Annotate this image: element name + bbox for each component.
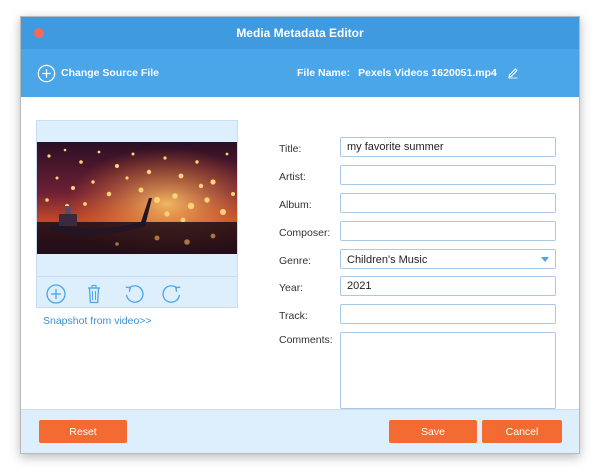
composer-input[interactable]	[340, 221, 556, 241]
file-name-label: File Name:	[297, 67, 351, 79]
change-source-file-label: Change Source File	[61, 67, 160, 79]
genre-label: Genre:	[279, 255, 312, 267]
window-title: Media Metadata Editor	[236, 26, 364, 40]
composer-label: Composer:	[279, 227, 331, 239]
add-snapshot-button[interactable]	[45, 283, 67, 305]
genre-select[interactable]: Children's Music	[340, 249, 556, 269]
rotate-left-icon	[125, 285, 144, 303]
video-thumbnail	[37, 142, 237, 254]
title-bar: Media Metadata Editor	[21, 17, 579, 49]
preview-controls	[37, 276, 237, 308]
rotate-right-icon	[162, 285, 181, 303]
artist-input[interactable]	[340, 165, 556, 185]
add-icon	[46, 284, 66, 304]
album-input[interactable]	[340, 193, 556, 213]
rotate-right-button[interactable]	[161, 283, 183, 305]
year-input[interactable]	[340, 276, 556, 296]
footer-bar: Reset Save Cancel	[21, 409, 579, 453]
content-area: Snapshot from video>> Title: Artist: Alb…	[21, 97, 579, 409]
album-label: Album:	[279, 199, 312, 211]
toolbar: Change Source File File Name: Pexels Vid…	[21, 49, 579, 97]
artist-label: Artist:	[279, 171, 306, 183]
save-button[interactable]: Save	[389, 420, 477, 443]
preview-panel	[36, 120, 238, 308]
rotate-left-button[interactable]	[123, 283, 145, 305]
metadata-editor-window: Media Metadata Editor Change Source File…	[20, 16, 580, 454]
title-input[interactable]	[340, 137, 556, 157]
cancel-button[interactable]: Cancel	[482, 420, 562, 443]
plus-circle-icon	[37, 64, 56, 82]
comments-label: Comments:	[279, 334, 333, 346]
chevron-down-icon	[541, 257, 549, 262]
file-name-display: File Name: Pexels Videos 1620051.mp4	[297, 65, 519, 81]
file-name-value: Pexels Videos 1620051.mp4	[358, 67, 497, 79]
year-label: Year:	[279, 282, 304, 294]
comments-textarea[interactable]	[340, 332, 556, 409]
trash-icon	[88, 284, 100, 304]
pencil-icon[interactable]	[507, 67, 519, 79]
track-label: Track:	[279, 310, 308, 322]
change-source-file-button[interactable]: Change Source File	[37, 63, 159, 83]
reset-button[interactable]: Reset	[39, 420, 127, 443]
delete-snapshot-button[interactable]	[83, 283, 105, 305]
snapshot-from-video-link[interactable]: Snapshot from video>>	[43, 315, 152, 327]
title-label: Title:	[279, 143, 302, 155]
thumbnail-image	[37, 142, 237, 254]
close-window-button[interactable]	[34, 28, 44, 38]
track-input[interactable]	[340, 304, 556, 324]
genre-selected-value: Children's Music	[347, 254, 428, 266]
